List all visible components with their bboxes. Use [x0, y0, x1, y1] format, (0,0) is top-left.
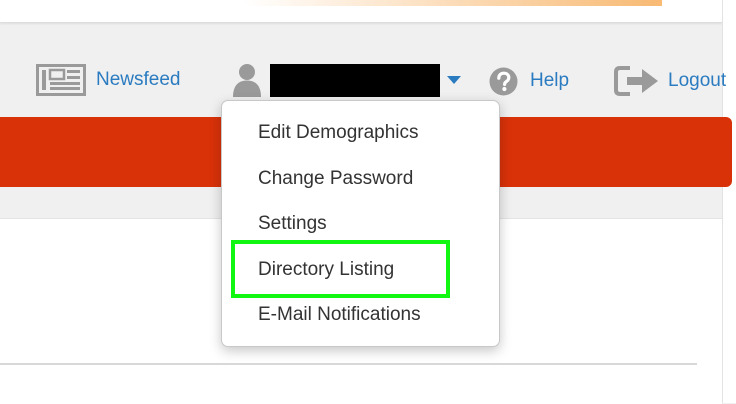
menu-item-settings[interactable]: Settings — [258, 213, 327, 235]
caret-down-icon — [447, 76, 461, 84]
newsfeed-label: Newsfeed — [96, 69, 181, 90]
menu-item-email-notifications[interactable]: E-Mail Notifications — [258, 304, 421, 326]
menu-item-directory-listing[interactable]: Directory Listing — [258, 259, 394, 281]
user-name-redacted — [270, 63, 440, 97]
help-link[interactable]: Help — [489, 61, 569, 101]
logout-label: Logout — [668, 70, 727, 91]
menu-item-edit-demographics[interactable]: Edit Demographics — [258, 122, 419, 144]
question-circle-icon — [489, 67, 518, 95]
user-icon — [233, 64, 261, 97]
panel-divider — [0, 363, 697, 365]
sign-out-icon — [614, 66, 658, 96]
menu-item-change-password[interactable]: Change Password — [258, 168, 413, 190]
newspaper-icon — [36, 64, 86, 96]
help-label: Help — [530, 70, 570, 91]
user-menu-toggle[interactable] — [232, 60, 461, 100]
newsfeed-link[interactable]: Newsfeed — [36, 60, 181, 100]
logout-link[interactable]: Logout — [614, 61, 726, 101]
top-header-strip — [0, 0, 722, 23]
user-dropdown-menu: Edit Demographics Change Password Settin… — [221, 100, 500, 347]
orange-accent-line — [242, 0, 662, 6]
